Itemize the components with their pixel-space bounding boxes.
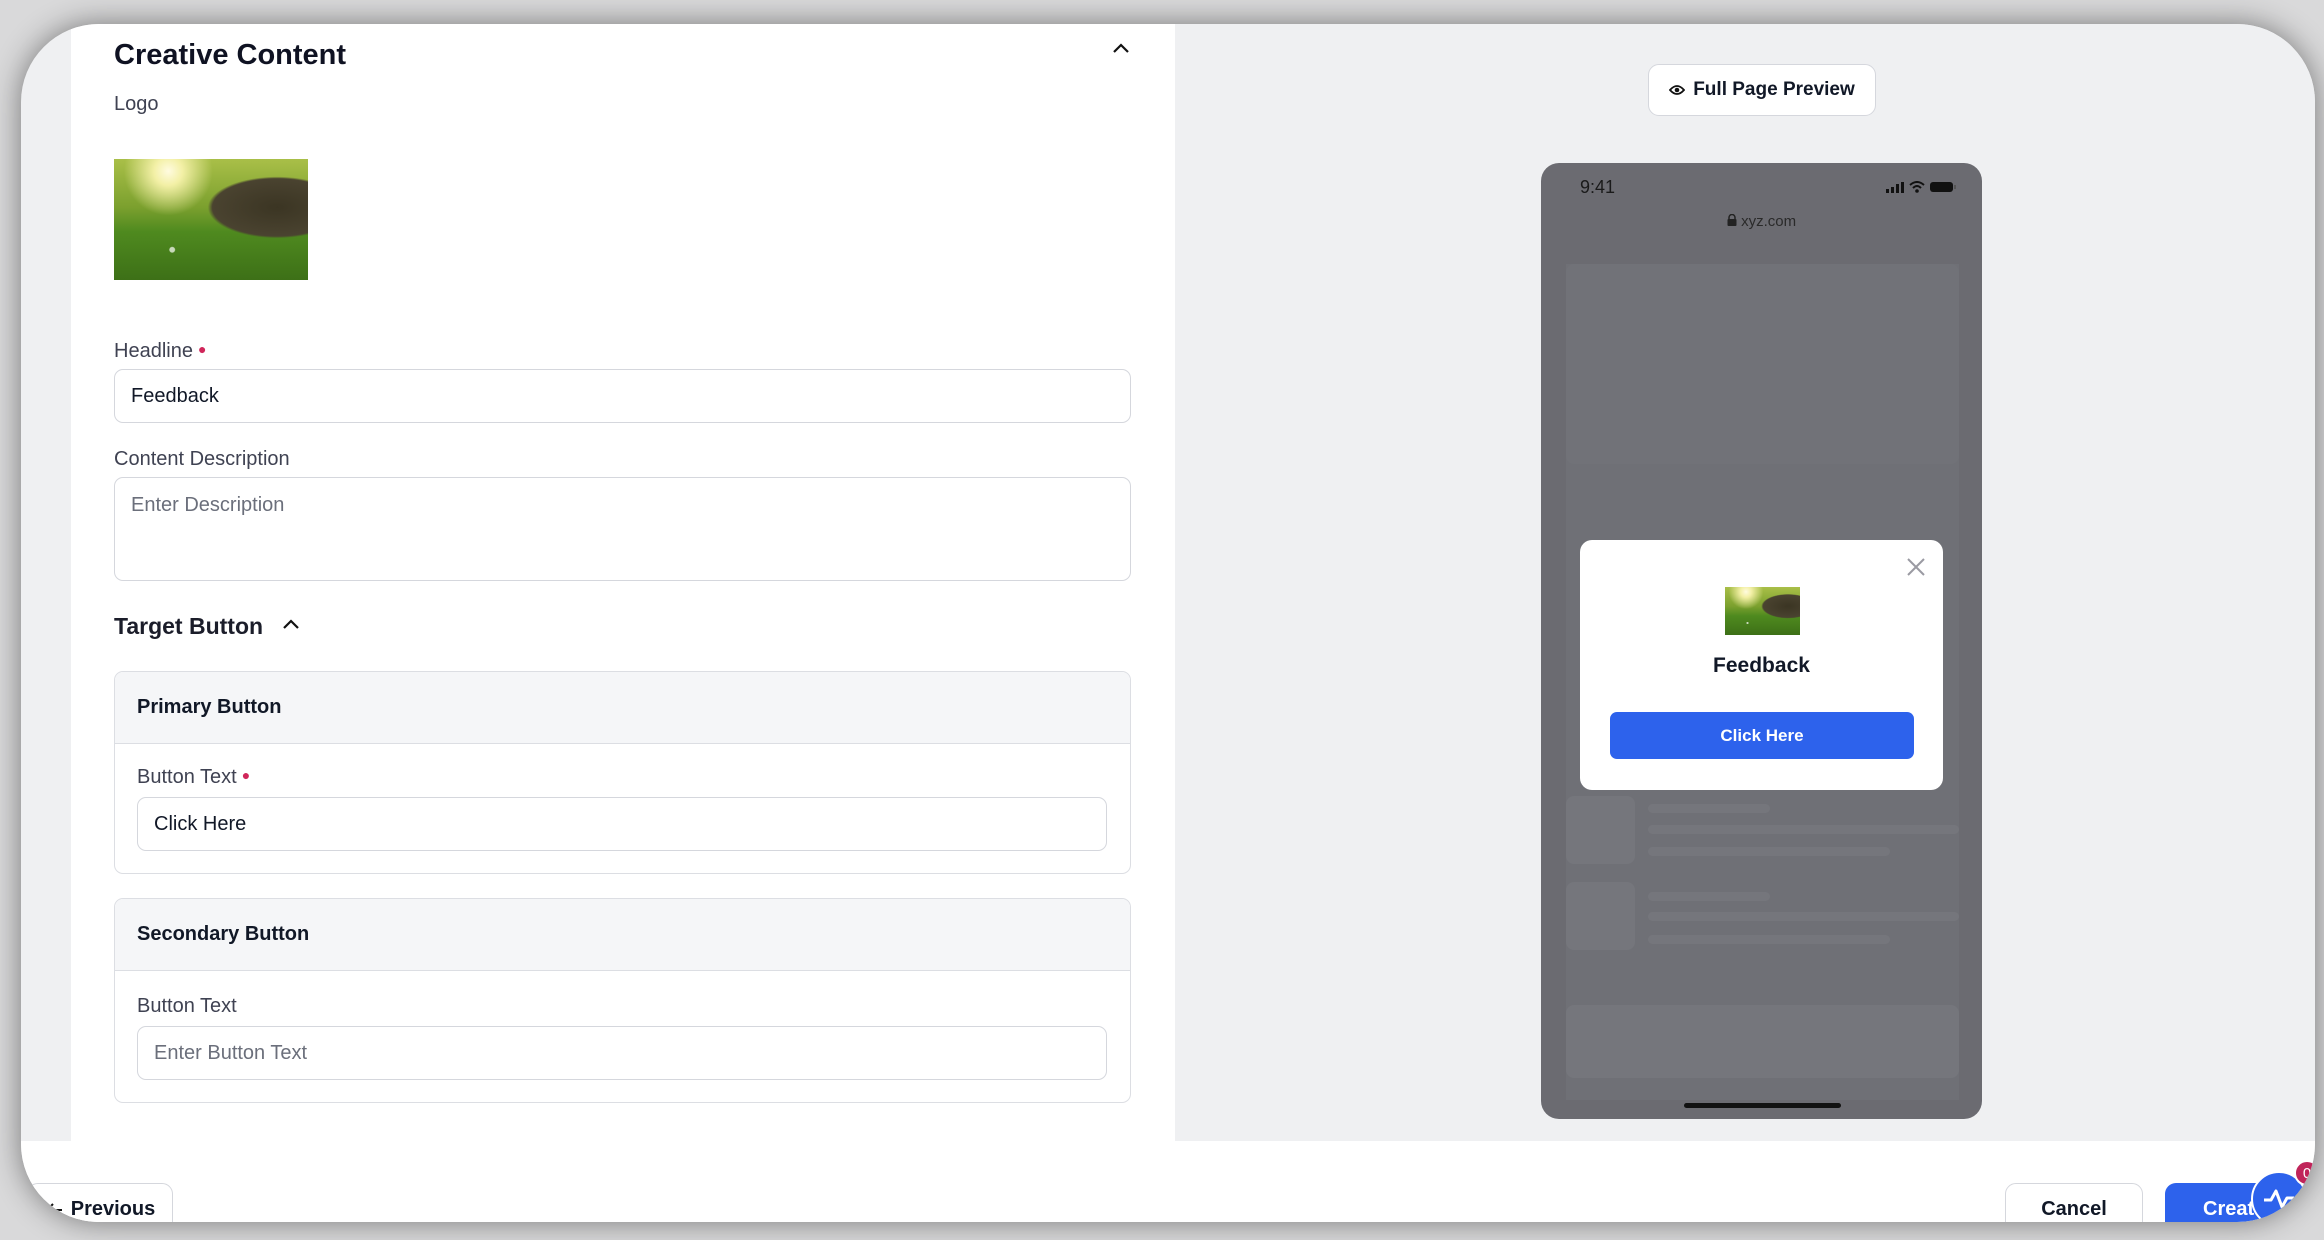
- footer-bar: Previous Cancel Create 0 0: [21, 1141, 2315, 1222]
- app-window: Creative Content Logo Headline ● Feedback…: [21, 24, 2315, 1222]
- close-icon[interactable]: [1907, 558, 1925, 581]
- battery-icon: [1930, 182, 1956, 192]
- skeleton-line: [1648, 935, 1890, 944]
- skeleton-thumb: [1566, 882, 1635, 950]
- form-panel: Creative Content Logo Headline ● Feedback…: [71, 24, 1175, 1141]
- preview-panel: Full Page Preview 9:41 xyz.com Feedback …: [1175, 24, 2315, 1141]
- secondary-button-text-label: Button Text: [137, 995, 237, 1017]
- secondary-button-card: Secondary Button Button Text Enter Butto…: [114, 898, 1131, 1103]
- section-title: Creative Content: [114, 39, 347, 71]
- lock-icon: [1727, 213, 1737, 226]
- skeleton-line: [1648, 892, 1770, 901]
- home-indicator: [1684, 1103, 1841, 1108]
- logo-image[interactable]: [114, 159, 308, 280]
- wifi-icon: [1909, 181, 1925, 193]
- primary-button-text-label: Button Text ●: [137, 766, 251, 788]
- modal-headline: Feedback: [1713, 654, 1810, 677]
- notification-badge: 0: [2294, 1160, 2315, 1186]
- full-page-preview-button[interactable]: Full Page Preview: [1648, 64, 1876, 116]
- modal-logo-image: [1725, 587, 1800, 635]
- required-indicator: ●: [241, 767, 251, 783]
- modal-primary-button[interactable]: Click Here: [1610, 712, 1914, 759]
- headline-input[interactable]: Feedback: [114, 369, 1131, 423]
- primary-button-card: Primary Button Button Text ● Click Here: [114, 671, 1131, 874]
- arrow-left-icon: [45, 1202, 62, 1217]
- content-description-textarea[interactable]: Enter Description: [114, 477, 1131, 581]
- target-button-chevron-up-icon[interactable]: [281, 615, 301, 640]
- cancel-button[interactable]: Cancel: [2005, 1183, 2143, 1222]
- required-indicator: ●: [197, 341, 207, 357]
- skeleton-line: [1648, 825, 1959, 834]
- skeleton-line: [1648, 804, 1770, 813]
- pulse-icon: [2264, 1189, 2294, 1209]
- status-time: 9:41: [1580, 177, 1616, 197]
- primary-button-text-input[interactable]: Click Here: [137, 797, 1107, 851]
- phone-mockup: 9:41 xyz.com Feedback Click Here: [1541, 163, 1982, 1119]
- secondary-button-title: Secondary Button: [115, 899, 1130, 971]
- status-icons: [1886, 181, 1956, 193]
- url-bar: xyz.com: [1541, 213, 1982, 230]
- target-button-title: Target Button: [114, 613, 264, 639]
- popup-modal: Feedback Click Here: [1580, 540, 1943, 790]
- skeleton-line: [1648, 912, 1959, 921]
- primary-button-title: Primary Button: [115, 672, 1130, 744]
- previous-button[interactable]: Previous: [27, 1183, 173, 1222]
- headline-label: Headline ●: [114, 340, 207, 362]
- collapse-section-chevron-up-icon[interactable]: [1111, 38, 1131, 66]
- logo-label: Logo: [114, 93, 159, 115]
- content-description-label: Content Description: [114, 448, 290, 470]
- skeleton-banner: [1566, 264, 1959, 464]
- signal-icon: [1886, 182, 1904, 193]
- secondary-button-text-input[interactable]: Enter Button Text: [137, 1026, 1107, 1080]
- skeleton-line: [1648, 847, 1890, 856]
- skeleton-footer: [1566, 1005, 1959, 1078]
- eye-icon: [1669, 85, 1686, 95]
- skeleton-thumb: [1566, 796, 1635, 864]
